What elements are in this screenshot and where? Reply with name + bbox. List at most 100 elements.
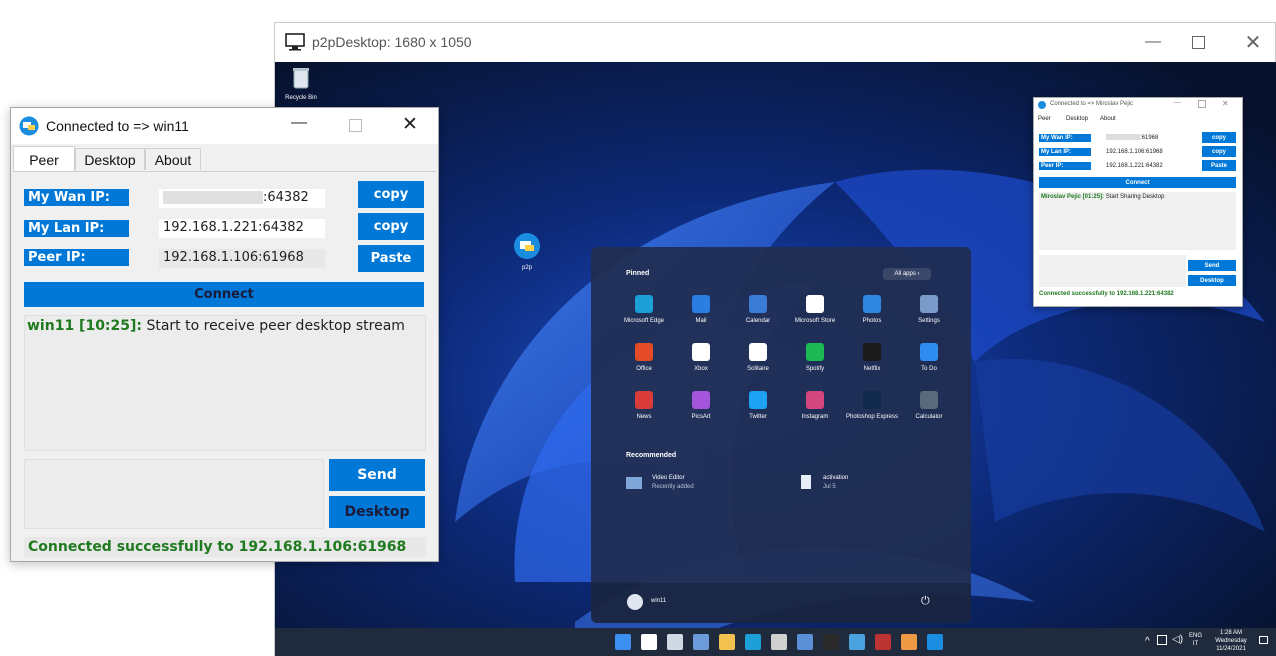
peer-ip-value[interactable]: 192.168.1.106:61968 <box>159 249 325 268</box>
app-icon <box>692 391 710 409</box>
pinned-app-tile[interactable]: Twitter <box>729 391 787 441</box>
pinned-app-tile[interactable]: Instagram <box>786 391 844 441</box>
remote-peer-titlebar[interactable]: Connected to => Miroslav Pejic — ✕ <box>1034 98 1242 112</box>
desktop-button[interactable]: Desktop <box>329 496 425 528</box>
p2p-shortcut[interactable]: p2p <box>511 232 543 271</box>
copy-lan-button[interactable]: copy <box>1202 146 1236 157</box>
all-apps-label: All apps <box>894 271 916 277</box>
app-icon <box>806 343 824 361</box>
taskbar-app-icon[interactable] <box>875 634 891 650</box>
app-icon <box>806 295 824 313</box>
pinned-app-tile[interactable]: Settings <box>900 295 958 345</box>
remote-window-titlebar[interactable]: p2pDesktop: 1680 x 1050 — ✕ <box>275 23 1275 61</box>
pinned-app-tile[interactable]: Office <box>615 343 673 393</box>
app-icon <box>749 391 767 409</box>
taskbar-app-icon[interactable] <box>849 634 865 650</box>
paste-button[interactable]: Paste <box>1202 160 1236 171</box>
message-input[interactable] <box>24 459 324 529</box>
recycle-bin-shortcut[interactable]: Recycle Bin <box>281 66 321 101</box>
pinned-app-tile[interactable]: Xbox <box>672 343 730 393</box>
copy-lan-button[interactable]: copy <box>358 213 424 240</box>
app-icon <box>806 391 824 409</box>
taskbar-app-icon[interactable] <box>693 634 709 650</box>
copy-wan-button[interactable]: copy <box>1202 132 1236 143</box>
start-button[interactable] <box>615 634 631 650</box>
peer-ip-label: Peer IP: <box>24 249 129 266</box>
app-name: Photos <box>862 318 882 324</box>
copy-wan-button[interactable]: copy <box>358 181 424 208</box>
minimize-button[interactable]: — <box>1174 99 1181 106</box>
close-button[interactable]: ✕ <box>1222 99 1229 108</box>
tab-peer[interactable]: Peer <box>13 146 75 172</box>
network-icon[interactable] <box>1157 635 1167 645</box>
remote-peer-window[interactable]: Connected to => Miroslav Pejic — ✕ Peer … <box>1033 97 1243 307</box>
taskbar-app-icon[interactable] <box>771 634 787 650</box>
close-button[interactable]: ✕ <box>402 113 418 136</box>
connection-status: Connected successfully to 192.168.1.221:… <box>1039 291 1174 297</box>
tray-chevron-icon[interactable]: ^ <box>1145 636 1150 647</box>
clock[interactable]: 1:28 AM Wednesday 11/24/2021 <box>1211 629 1251 653</box>
video-editor-icon <box>626 477 642 489</box>
redacted-ip <box>163 191 263 204</box>
remote-peer-title: Connected to => Miroslav Pejic <box>1050 101 1134 107</box>
app-icon <box>749 343 767 361</box>
pinned-app-tile[interactable]: Solitaire <box>729 343 787 393</box>
pinned-app-tile[interactable]: To Do <box>900 343 958 393</box>
notification-icon[interactable] <box>1259 636 1268 644</box>
maximize-button[interactable] <box>1198 100 1206 108</box>
maximize-button[interactable] <box>349 119 362 132</box>
taskbar-app-icon[interactable] <box>745 634 761 650</box>
close-button[interactable]: ✕ <box>1230 23 1276 61</box>
send-button[interactable]: Send <box>329 459 425 491</box>
app-icon <box>635 343 653 361</box>
taskbar-app-icon[interactable] <box>719 634 735 650</box>
pinned-app-tile[interactable]: Calculator <box>900 391 958 441</box>
tab-desktop[interactable]: Desktop <box>1066 116 1088 122</box>
pinned-app-tile[interactable]: Mail <box>672 295 730 345</box>
start-menu[interactable]: Pinned All apps › Microsoft Edge Mail Cale… <box>591 247 971 623</box>
pinned-app-tile[interactable]: PicsArt <box>672 391 730 441</box>
taskbar-app-icon[interactable] <box>901 634 917 650</box>
paste-button[interactable]: Paste <box>358 245 424 272</box>
maximize-button[interactable] <box>1175 23 1221 61</box>
taskbar-app-icon[interactable] <box>823 634 839 650</box>
pinned-app-tile[interactable]: News <box>615 391 673 441</box>
app-icon <box>749 295 767 313</box>
volume-icon[interactable]: ◁) <box>1172 634 1183 645</box>
recommended-item[interactable]: Video Editor Recently added <box>626 475 746 495</box>
minimize-button[interactable]: — <box>291 114 307 132</box>
pinned-app-tile[interactable]: Microsoft Edge <box>615 295 673 345</box>
tab-desktop[interactable]: Desktop <box>75 148 145 170</box>
pinned-app-tile[interactable]: Spotify <box>786 343 844 393</box>
taskbar-app-icon[interactable] <box>797 634 813 650</box>
tab-about[interactable]: About <box>1100 116 1116 122</box>
message-input[interactable] <box>1039 255 1186 287</box>
desktop-button[interactable]: Desktop <box>1188 275 1236 286</box>
connect-button[interactable]: Connect <box>1039 177 1236 188</box>
lan-ip-label: My Lan IP: <box>1039 148 1091 156</box>
pinned-app-tile[interactable]: Netflix <box>843 343 901 393</box>
taskbar-app-icon[interactable] <box>641 634 657 650</box>
app-name: Solitaire <box>747 366 769 372</box>
user-avatar[interactable] <box>627 594 643 610</box>
taskbar-app-icon[interactable] <box>667 634 683 650</box>
tab-peer[interactable]: Peer <box>1038 116 1051 122</box>
power-icon[interactable]: ⏻ <box>921 595 930 608</box>
language-indicator[interactable]: ENG IT <box>1189 632 1202 648</box>
tab-about[interactable]: About <box>145 148 201 170</box>
app-name: Settings <box>918 318 940 324</box>
send-button[interactable]: Send <box>1188 260 1236 271</box>
minimize-button[interactable]: — <box>1130 23 1176 61</box>
connect-button[interactable]: Connect <box>24 282 424 307</box>
all-apps-button[interactable]: All apps › <box>883 268 931 280</box>
taskbar-app-icon[interactable] <box>927 634 943 650</box>
local-peer-window[interactable]: Connected to => win11 — ✕ Peer Desktop A… <box>10 107 439 562</box>
pinned-app-tile[interactable]: Photoshop Express <box>843 391 901 441</box>
pinned-app-tile[interactable]: Microsoft Store <box>786 295 844 345</box>
app-icon <box>692 295 710 313</box>
pinned-app-tile[interactable]: Calendar <box>729 295 787 345</box>
recommended-item[interactable]: activation Jul 5 <box>801 475 921 495</box>
pinned-app-tile[interactable]: Photos <box>843 295 901 345</box>
local-window-titlebar[interactable]: Connected to => win11 — ✕ <box>11 108 438 144</box>
p2p-shortcut-label: p2p <box>521 265 532 271</box>
